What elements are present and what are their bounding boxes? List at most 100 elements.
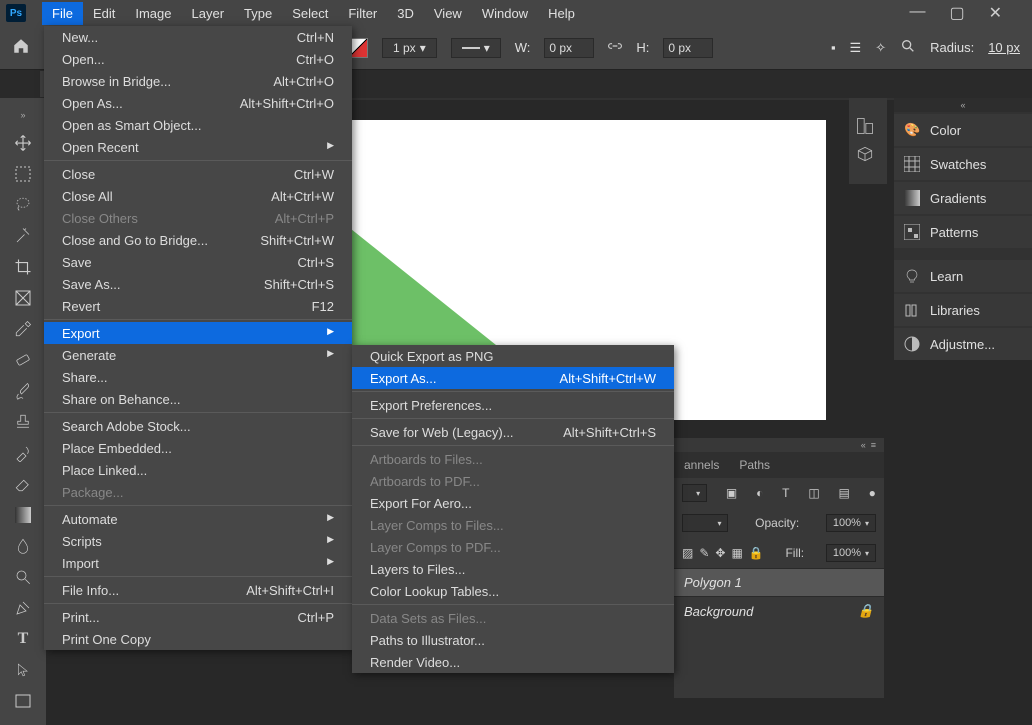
menu-select[interactable]: Select: [282, 2, 338, 25]
path-select-tool-icon[interactable]: [13, 660, 33, 680]
menu-filter[interactable]: Filter: [338, 2, 387, 25]
export-menu-item[interactable]: Layers to Files...: [352, 558, 674, 580]
file-menu-item[interactable]: Share...: [44, 366, 352, 388]
move-tool-icon[interactable]: [13, 133, 33, 153]
dock-3d-icon[interactable]: [855, 144, 877, 166]
history-brush-icon[interactable]: [13, 443, 33, 463]
tab-channels[interactable]: annels: [674, 452, 729, 478]
file-menu-item[interactable]: Save As...Shift+Ctrl+S: [44, 273, 352, 295]
export-menu-item[interactable]: Render Video...: [352, 651, 674, 673]
menu-type[interactable]: Type: [234, 2, 282, 25]
toolbar-collapse-icon[interactable]: »: [0, 108, 46, 122]
options-icon[interactable]: ✧: [875, 40, 886, 56]
filter-adjustment-icon[interactable]: ◐: [756, 486, 763, 500]
opacity-input[interactable]: 100%: [826, 514, 876, 532]
eraser-tool-icon[interactable]: [13, 474, 33, 494]
type-tool-icon[interactable]: T: [13, 629, 33, 649]
dock-properties-icon[interactable]: [855, 116, 877, 138]
arrange-icon[interactable]: ☰: [850, 40, 862, 56]
blend-mode-dropdown[interactable]: [682, 514, 728, 532]
heal-tool-icon[interactable]: [13, 350, 33, 370]
panel-patterns[interactable]: Patterns: [894, 216, 1032, 248]
file-menu-item[interactable]: Import▶: [44, 552, 352, 574]
file-menu-item[interactable]: Export▶: [44, 322, 352, 344]
dodge-tool-icon[interactable]: [13, 567, 33, 587]
filter-shape-icon[interactable]: ◫: [808, 486, 819, 500]
blur-tool-icon[interactable]: [13, 536, 33, 556]
file-menu-item[interactable]: RevertF12: [44, 295, 352, 317]
file-menu-item[interactable]: Automate▶: [44, 508, 352, 530]
marquee-tool-icon[interactable]: [13, 164, 33, 184]
layer-row[interactable]: Background 🔒: [674, 596, 884, 625]
width-input[interactable]: [544, 38, 594, 58]
file-menu-item[interactable]: Open Recent▶: [44, 136, 352, 158]
lock-nest-icon[interactable]: ▦: [731, 546, 742, 560]
menu-window[interactable]: Window: [472, 2, 538, 25]
lock-all-icon[interactable]: 🔒: [749, 546, 764, 560]
gradient-tool-icon[interactable]: [13, 505, 33, 525]
filter-toggle-icon[interactable]: ●: [869, 486, 876, 500]
export-menu-item[interactable]: Paths to Illustrator...: [352, 629, 674, 651]
file-menu-item[interactable]: New...Ctrl+N: [44, 26, 352, 48]
stamp-tool-icon[interactable]: [13, 412, 33, 432]
radius-value[interactable]: 10 px: [988, 40, 1020, 55]
panel-swatches[interactable]: Swatches: [894, 148, 1032, 180]
panel-gradients[interactable]: Gradients: [894, 182, 1032, 214]
file-menu-item[interactable]: Print One Copy: [44, 628, 352, 650]
layer-row[interactable]: Polygon 1: [674, 568, 884, 596]
file-menu-item[interactable]: Close and Go to Bridge...Shift+Ctrl+W: [44, 229, 352, 251]
frame-tool-icon[interactable]: [13, 288, 33, 308]
filter-type-icon[interactable]: T: [782, 486, 789, 500]
file-menu-item[interactable]: Browse in Bridge...Alt+Ctrl+O: [44, 70, 352, 92]
file-menu-item[interactable]: Search Adobe Stock...: [44, 415, 352, 437]
lock-pos-icon[interactable]: ✥: [715, 546, 725, 560]
menu-3d[interactable]: 3D: [387, 2, 424, 25]
file-menu-item[interactable]: Place Embedded...: [44, 437, 352, 459]
pen-tool-icon[interactable]: [13, 598, 33, 618]
panel-adjustments[interactable]: Adjustme...: [894, 328, 1032, 360]
maximize-icon[interactable]: ▢: [949, 3, 964, 23]
menu-view[interactable]: View: [424, 2, 472, 25]
layers-collapse-icon[interactable]: « ≡: [674, 438, 884, 452]
fill-input[interactable]: 100%: [826, 544, 876, 562]
file-menu-item[interactable]: Close AllAlt+Ctrl+W: [44, 185, 352, 207]
menu-image[interactable]: Image: [125, 2, 181, 25]
export-menu-item[interactable]: Quick Export as PNG: [352, 345, 674, 367]
file-menu-item[interactable]: File Info...Alt+Shift+Ctrl+I: [44, 579, 352, 601]
crop-tool-icon[interactable]: [13, 257, 33, 277]
lasso-tool-icon[interactable]: [13, 195, 33, 215]
link-wh-icon[interactable]: [608, 39, 622, 56]
file-menu-item[interactable]: Open As...Alt+Shift+Ctrl+O: [44, 92, 352, 114]
right-panel-collapse-icon[interactable]: «: [894, 98, 1032, 112]
file-menu-item[interactable]: Print...Ctrl+P: [44, 606, 352, 628]
brush-tool-icon[interactable]: [13, 381, 33, 401]
menu-file[interactable]: File: [42, 2, 83, 25]
file-menu-item[interactable]: Open as Smart Object...: [44, 114, 352, 136]
lock-trans-icon[interactable]: ▨: [682, 546, 693, 560]
export-menu-item[interactable]: Color Lookup Tables...: [352, 580, 674, 602]
lock-icons[interactable]: ▨ ✎ ✥ ▦ 🔒: [682, 546, 764, 560]
lock-paint-icon[interactable]: ✎: [699, 546, 709, 560]
menu-layer[interactable]: Layer: [182, 2, 235, 25]
panel-learn[interactable]: Learn: [894, 260, 1032, 292]
search-icon[interactable]: [900, 38, 916, 57]
menu-edit[interactable]: Edit: [83, 2, 125, 25]
eyedropper-tool-icon[interactable]: [13, 319, 33, 339]
menu-help[interactable]: Help: [538, 2, 585, 25]
stroke-style-dropdown[interactable]: ▾: [451, 38, 501, 58]
file-menu-item[interactable]: Place Linked...: [44, 459, 352, 481]
export-menu-item[interactable]: Save for Web (Legacy)...Alt+Shift+Ctrl+S: [352, 421, 674, 443]
close-icon[interactable]: ✕: [989, 3, 1002, 23]
align-icon[interactable]: ▪: [831, 40, 836, 55]
file-menu-item[interactable]: SaveCtrl+S: [44, 251, 352, 273]
layer-kind-filter[interactable]: [682, 484, 707, 502]
file-menu-item[interactable]: CloseCtrl+W: [44, 163, 352, 185]
minimize-icon[interactable]: —: [909, 3, 925, 23]
export-menu-item[interactable]: Export For Aero...: [352, 492, 674, 514]
file-menu-item[interactable]: Generate▶: [44, 344, 352, 366]
stroke-size-dropdown[interactable]: 1 px▾: [382, 38, 437, 58]
wand-tool-icon[interactable]: [13, 226, 33, 246]
export-menu-item[interactable]: Export As...Alt+Shift+Ctrl+W: [352, 367, 674, 389]
file-menu-item[interactable]: Scripts▶: [44, 530, 352, 552]
tab-paths[interactable]: Paths: [729, 452, 780, 478]
